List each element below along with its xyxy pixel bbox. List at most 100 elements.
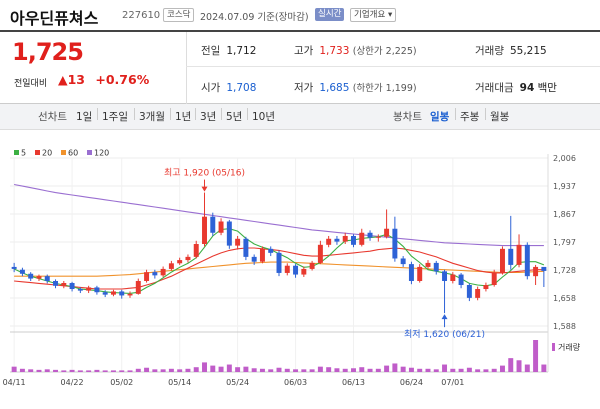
stat-trade-amount: 거래대금 94 백만 (475, 82, 557, 94)
tab-monthly-candle[interactable]: 월봉 (490, 109, 509, 124)
x-tick-label: 07/01 (441, 378, 464, 387)
line-chart-label: 선차트 (38, 111, 67, 123)
candle-body (408, 264, 414, 281)
x-tick-label: 05/24 (226, 378, 249, 387)
candle-body (508, 248, 514, 265)
candle-body (11, 266, 17, 269)
stock-chart[interactable]: 5 20 60 120 2,006 1,937 1,867 1,797 1,728 1,658 1,… (0, 140, 600, 409)
market-badge: 코스닥 (163, 8, 195, 22)
y-tick-label: 2,006 (553, 154, 576, 163)
candle-body (259, 248, 265, 262)
stock-name: 아우딘퓨쳐스 (10, 9, 99, 28)
change-label: 전일대비 (14, 79, 48, 89)
divider (97, 108, 98, 120)
high-arrow-head (201, 186, 208, 192)
volume-bar (177, 369, 183, 372)
volume-bar (210, 365, 216, 372)
candle-body (28, 273, 34, 279)
divider (221, 108, 222, 120)
volume-bar (499, 365, 505, 372)
volume-bar (251, 368, 257, 372)
candle-body (301, 268, 307, 275)
tab-daily-candle[interactable]: 일봉 (430, 109, 449, 124)
tab-1day[interactable]: 1일 (76, 109, 92, 124)
realtime-button[interactable]: 실시간 (315, 8, 345, 21)
legend-label: 20 (42, 149, 52, 158)
candle-body (309, 262, 315, 269)
volume-bar (268, 369, 274, 372)
volume-bar (36, 369, 42, 372)
volume-bar (119, 370, 125, 372)
candle-body (235, 238, 241, 246)
tab-3month[interactable]: 3개월 (139, 109, 165, 124)
candle-body (334, 238, 340, 242)
divider (170, 108, 171, 120)
stat-low: 저가 1,685 (하한가 1,199) (294, 82, 417, 94)
volume-bar (408, 367, 414, 372)
candle-body (442, 271, 448, 281)
candle-body (193, 244, 199, 257)
legend-swatch (87, 150, 92, 155)
y-tick-label: 1,797 (553, 238, 576, 247)
candle-body (317, 244, 323, 263)
volume-bar (384, 365, 390, 372)
volume-bar (450, 368, 456, 372)
candle-body (69, 282, 75, 290)
volume-bar (400, 366, 406, 372)
divider (485, 108, 486, 120)
volume-bar (110, 370, 116, 372)
volume-bar (458, 368, 464, 372)
candle-body (77, 289, 83, 291)
current-price: 1,725 (12, 38, 84, 66)
volume-bar (309, 369, 315, 372)
tab-10year[interactable]: 10년 (252, 109, 275, 124)
volume-bar (367, 368, 373, 372)
volume-bar (276, 367, 282, 372)
x-tick-label: 06/03 (284, 378, 307, 387)
tab-1year[interactable]: 1년 (175, 109, 191, 124)
volume-bar (86, 370, 92, 372)
candle-body (400, 258, 406, 265)
candle-body (351, 235, 356, 245)
volume-bar (127, 370, 133, 372)
divider (195, 108, 196, 120)
candle-body (202, 216, 207, 245)
candle-chart-label: 봉차트 (393, 111, 422, 123)
change-amount: ▲13 (58, 72, 86, 87)
tab-3year[interactable]: 3년 (200, 109, 216, 124)
candle-body (433, 262, 439, 272)
candle-body (135, 280, 141, 294)
y-tick-label: 1,937 (553, 182, 576, 191)
volume-bar (326, 367, 332, 372)
volume-bar (259, 368, 265, 372)
legend-label: 120 (94, 149, 109, 158)
tab-1week[interactable]: 1주일 (102, 109, 128, 124)
candle-body (342, 235, 348, 242)
volume-bar (466, 367, 472, 372)
candle-body (491, 272, 497, 286)
candle-body (293, 265, 299, 275)
tab-5year[interactable]: 5년 (226, 109, 242, 124)
candle-body (102, 292, 108, 295)
candle-body (483, 285, 489, 290)
x-tick-label: 04/22 (61, 378, 84, 387)
candle-body (466, 285, 472, 298)
company-info-dropdown[interactable]: 기업개요 ▾ (350, 8, 397, 22)
candle-body (533, 266, 539, 277)
price-change: ▲13 +0.76% (58, 72, 149, 87)
candle-body (425, 262, 431, 267)
candle-body (168, 263, 174, 269)
stock-code: 227610 (122, 10, 161, 21)
volume-bar (375, 368, 381, 372)
divider (455, 108, 456, 120)
legend-label: 60 (68, 149, 78, 158)
ma120-line (13, 183, 544, 247)
volume-bar (508, 358, 514, 372)
tab-weekly-candle[interactable]: 주봉 (460, 109, 479, 124)
divider (247, 108, 248, 120)
candle-body (210, 216, 216, 233)
volume-bar (11, 366, 17, 372)
volume-bar (135, 368, 141, 372)
volume-bar (243, 366, 249, 372)
candle-body (152, 272, 158, 276)
